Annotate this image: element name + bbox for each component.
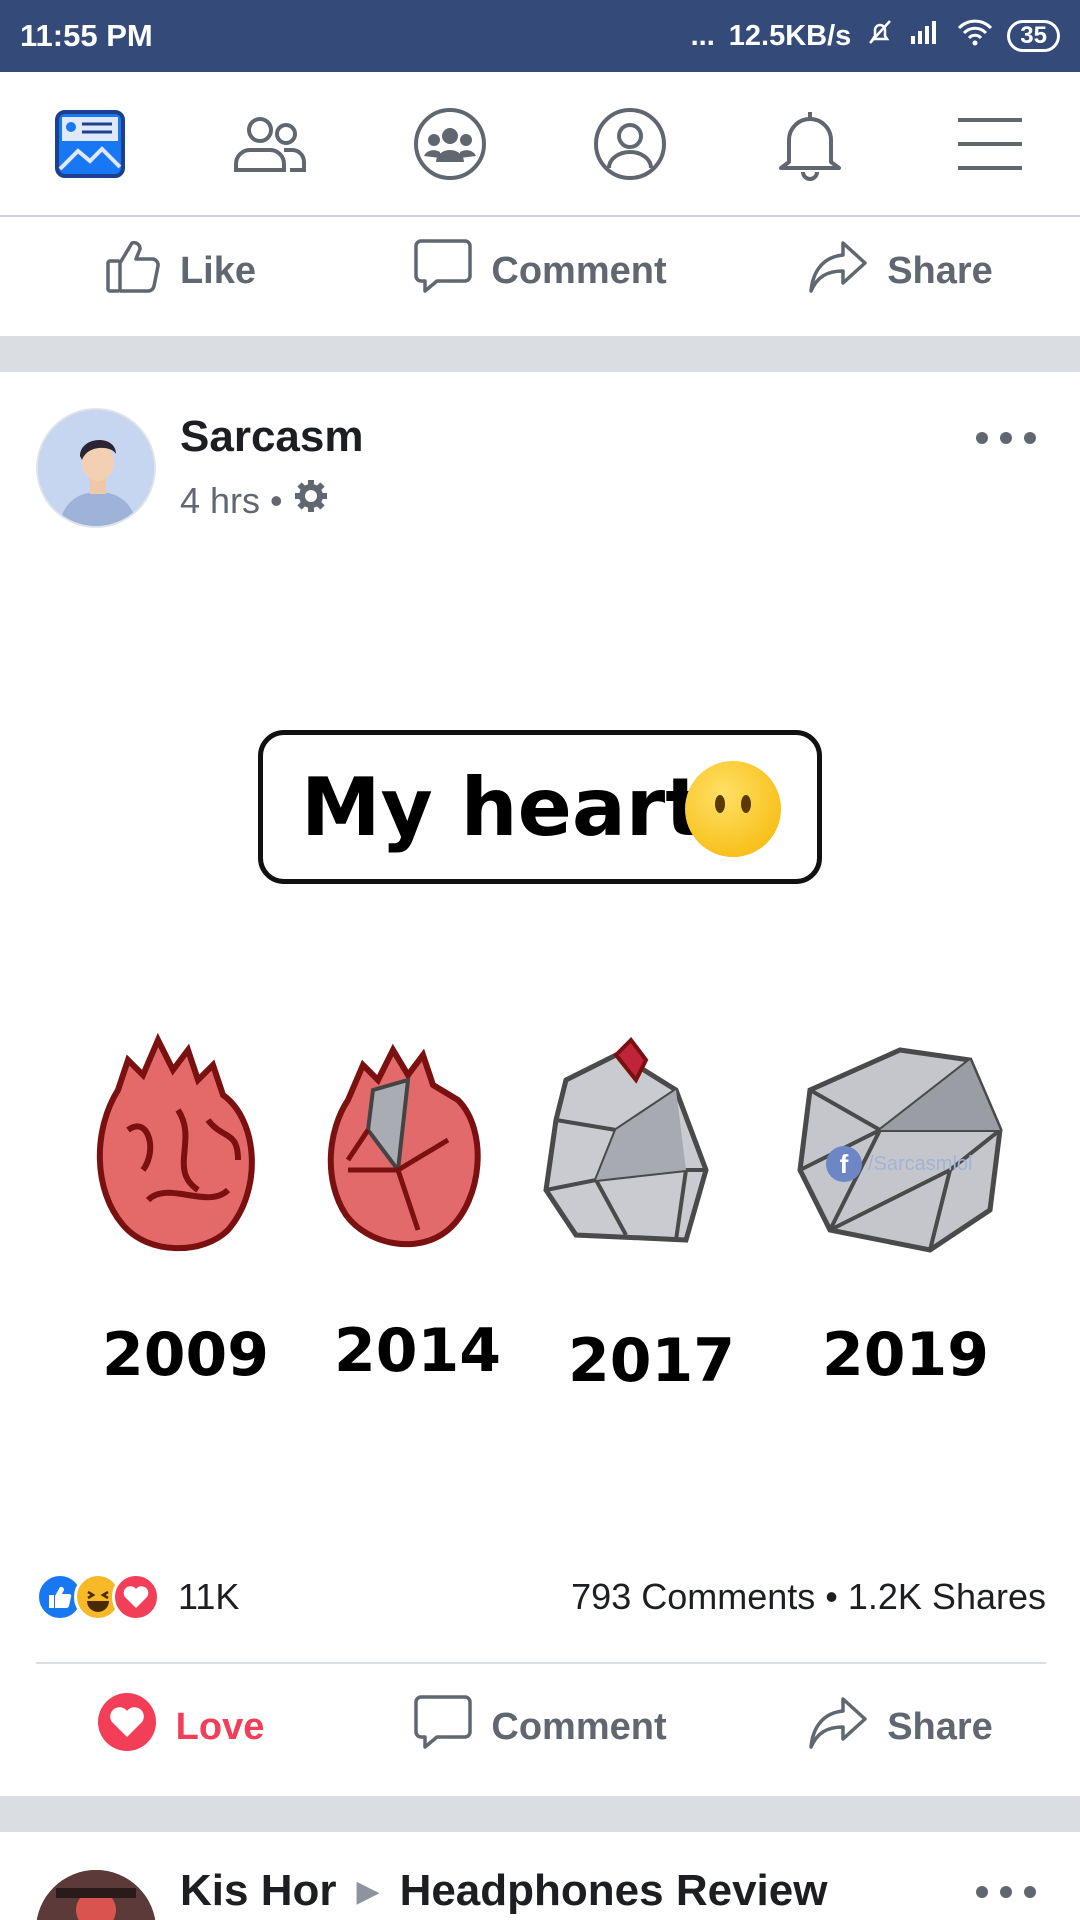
share-label: Share: [887, 1705, 993, 1748]
author-avatar[interactable]: [36, 408, 156, 528]
meme-title: My heart: [301, 760, 704, 854]
love-heart-icon: [96, 1691, 158, 1763]
like-label: Like: [179, 249, 257, 292]
comment-icon: [413, 237, 473, 305]
friends-icon[interactable]: [225, 99, 315, 189]
year-label: 2014: [334, 1316, 501, 1386]
status-dots: ...: [690, 19, 715, 52]
post-more-options-icon[interactable]: [976, 418, 1036, 458]
privacy-gear-icon[interactable]: [293, 478, 329, 523]
facebook-logo-icon: f: [826, 1146, 862, 1182]
post-header: Sarcasm 4 hrs •: [36, 408, 1046, 533]
network-speed: 12.5KB/s: [728, 19, 852, 52]
reactions-summary: 11K 793 Comments • 1.2K Shares: [36, 1566, 1046, 1628]
share-button[interactable]: Share: [720, 1693, 1080, 1761]
next-post-title: Kis Hor ▶ Headphones Review: [180, 1866, 827, 1916]
love-reaction-icon[interactable]: [112, 1573, 160, 1621]
next-post-more-options-icon[interactable]: [976, 1872, 1036, 1912]
news-feed-icon[interactable]: [45, 99, 135, 189]
heart-2017-illustration: [536, 1020, 716, 1260]
status-bar: 11:55 PM ... 12.5KB/s 35: [0, 0, 1080, 72]
groups-icon[interactable]: [405, 99, 495, 189]
reactions-count[interactable]: 11K: [178, 1576, 239, 1618]
comment-icon: [413, 1693, 473, 1761]
meta-separator: •: [270, 479, 283, 521]
post-actions: Love Comment Share: [0, 1668, 1080, 1786]
next-post-header: Kis Hor ▶ Headphones Review: [36, 1866, 1046, 1920]
comment-button[interactable]: Comment: [360, 237, 720, 305]
year-label: 2017: [568, 1326, 735, 1396]
love-button[interactable]: Love: [0, 1691, 360, 1763]
play-arrow-icon: ▶: [356, 1874, 380, 1908]
notifications-icon[interactable]: [765, 99, 855, 189]
love-label: Love: [175, 1705, 265, 1748]
status-icons: ... 12.5KB/s 35: [691, 17, 1060, 55]
author-name[interactable]: Sarcasm: [180, 412, 363, 462]
watermark-text: /Sarcasmlol: [868, 1152, 973, 1175]
thumbs-up-icon: [104, 237, 162, 305]
comment-label: Comment: [491, 1705, 667, 1748]
feed-divider: [0, 336, 1080, 372]
share-icon: [807, 1693, 869, 1761]
feed-divider: [0, 1796, 1080, 1832]
profile-icon[interactable]: [585, 99, 675, 189]
like-button[interactable]: Like: [0, 237, 360, 305]
comments-shares-count[interactable]: 793 Comments • 1.2K Shares: [571, 1576, 1046, 1618]
next-post-group[interactable]: Headphones Review: [400, 1866, 828, 1916]
post-time[interactable]: 4 hrs: [180, 480, 260, 522]
year-label: 2019: [822, 1320, 989, 1390]
battery-indicator: 35: [1007, 20, 1060, 52]
facebook-watermark: f /Sarcasmlol: [826, 1146, 972, 1182]
no-mouth-emoji-icon: [685, 761, 781, 857]
comment-button[interactable]: Comment: [360, 1693, 720, 1761]
next-post-author[interactable]: Kis Hor: [180, 1866, 336, 1916]
heart-2014-illustration: [318, 1020, 498, 1260]
share-label: Share: [887, 249, 993, 292]
meme-title-box: My heart: [258, 730, 822, 884]
reactions-divider: [36, 1662, 1046, 1664]
share-icon: [807, 237, 869, 305]
post-meta: 4 hrs •: [180, 478, 329, 523]
wifi-icon: [957, 18, 993, 54]
heart-2009-illustration: [88, 1020, 268, 1260]
heart-2019-illustration: [790, 1020, 1010, 1260]
status-time: 11:55 PM: [20, 18, 153, 53]
signal-icon: [909, 18, 943, 54]
top-navigation: [0, 72, 1080, 217]
next-post-avatar[interactable]: [36, 1870, 156, 1920]
share-button[interactable]: Share: [720, 237, 1080, 305]
menu-icon[interactable]: [945, 99, 1035, 189]
previous-post-actions: Like Comment Share: [0, 212, 1080, 330]
comment-label: Comment: [491, 249, 667, 292]
mute-icon: [865, 17, 895, 55]
year-label: 2009: [102, 1320, 269, 1390]
post-image[interactable]: My heart f /Sarcasmlol 2009 2014 2017 20…: [0, 540, 1080, 1500]
